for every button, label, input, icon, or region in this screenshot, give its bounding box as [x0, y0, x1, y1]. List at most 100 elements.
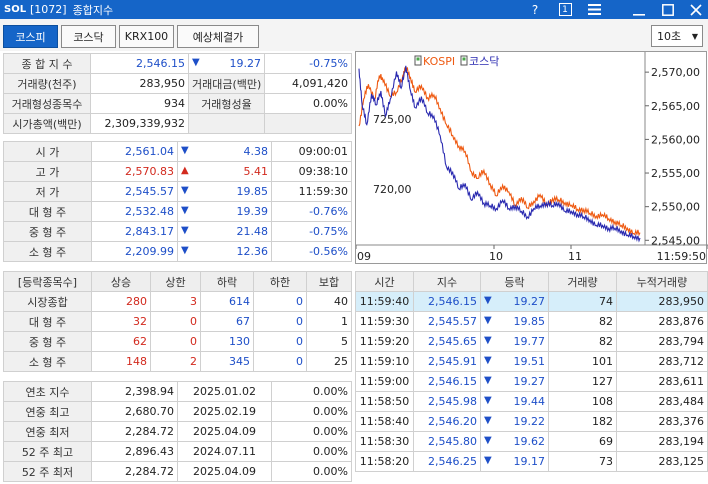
ohlc-label: 고 가 — [3, 161, 92, 182]
window-title: 종합지수 — [72, 3, 114, 17]
tick-row[interactable]: 11:58:50 2,545.98 ▼ 19.44 108 283,484 — [355, 391, 708, 412]
summary-value: 4,091,420 — [264, 73, 352, 94]
tick-cum-volume: 283,950 — [616, 291, 708, 312]
tick-row[interactable]: 11:58:40 2,546.20 ▼ 19.22 182 283,376 — [355, 411, 708, 432]
tick-cum-volume: 283,712 — [616, 351, 708, 372]
yearly-cell: 2025.04.09 — [177, 461, 272, 482]
yearly-cell: 0.00% — [271, 421, 352, 442]
breadth-cell: 62 — [91, 331, 151, 352]
tick-row[interactable]: 11:59:20 2,545.65 ▼ 19.77 82 283,794 — [355, 331, 708, 352]
tick-row[interactable]: 11:58:30 2,545.80 ▼ 19.62 69 283,194 — [355, 431, 708, 452]
ohlc-diff-value: 4.38 — [243, 145, 269, 158]
tab-kosdaq[interactable]: 코스닥 — [61, 25, 116, 48]
tick-change-value: 19.62 — [513, 435, 546, 448]
ohlc-row: 고 가 2,570.83 ▲ 5.41 09:38:10 — [3, 161, 352, 182]
close-icon — [690, 3, 702, 16]
breadth-row: 중 형 주 62 0 130 0 5 — [3, 331, 352, 352]
breadth-cell: 0 — [150, 331, 201, 352]
summary-value: 934 — [90, 93, 189, 114]
breadth-cell: 40 — [306, 291, 352, 312]
chart-canvas: 2,570,00 2,565,00 2,560,00 2,555,00 2,550,00… — [356, 52, 708, 263]
tick-volume: 182 — [548, 411, 617, 432]
tick-header: 시간 — [355, 271, 414, 292]
chart-right-tick-label: 2,550,00 — [651, 201, 700, 214]
down-arrow-icon: ▼ — [181, 245, 189, 256]
ohlc-diff: ▼ 19.39 — [177, 201, 272, 222]
ohlc-label: 대 형 주 — [3, 201, 92, 222]
tick-row[interactable]: 11:59:30 2,545.57 ▼ 19.85 82 283,876 — [355, 311, 708, 332]
tick-volume: 73 — [548, 451, 617, 472]
intraday-chart[interactable]: 2,570,00 2,565,00 2,560,00 2,555,00 2,550,00… — [355, 51, 708, 264]
breadth-cell: 67 — [200, 311, 254, 332]
tab-kospi[interactable]: 코스피 — [3, 25, 58, 48]
yearly-cell: 2025.01.02 — [177, 381, 272, 402]
yearly-cell: 2024.07.11 — [177, 441, 272, 462]
chart-right-tick-label: 2,545,00 — [651, 234, 700, 247]
minimize-button[interactable] — [627, 0, 651, 19]
tick-volume: 108 — [548, 391, 617, 412]
tick-row[interactable]: 11:59:10 2,545.91 ▼ 19.51 101 283,712 — [355, 351, 708, 372]
breadth-cell: 148 — [91, 351, 151, 372]
ohlc-extra: 09:00:01 — [271, 141, 352, 162]
yearly-cell: 52 주 최저 — [3, 461, 92, 482]
yearly-cell: 2,284.72 — [91, 461, 178, 482]
window-code: [1072] — [30, 3, 67, 16]
tick-index: 2,546.15 — [413, 291, 481, 312]
help-icon: ? — [531, 2, 539, 17]
breadth-cell: 대 형 주 — [3, 311, 92, 332]
interval-select[interactable]: 10초 ▼ — [651, 25, 703, 47]
tick-header: 누적거래량 — [616, 271, 708, 292]
tick-header: 지수 — [413, 271, 481, 292]
tick-change: ▼ 19.62 — [480, 431, 549, 452]
tick-change-value: 19.22 — [513, 415, 546, 428]
breadth-cell: 0 — [253, 351, 307, 372]
yearly-cell: 연초 지수 — [3, 381, 92, 402]
ohlc-diff: ▼ 21.48 — [177, 221, 272, 242]
breadth-header: 보합 — [306, 271, 352, 292]
menu-button[interactable] — [582, 0, 606, 19]
help-button[interactable]: ? — [523, 0, 547, 19]
chart-legend-swatch-mark — [416, 57, 420, 61]
chart-right-tick-label: 2,560,00 — [651, 133, 700, 146]
screen-number-button[interactable]: 1 — [553, 0, 577, 19]
tick-index: 2,546.15 — [413, 371, 481, 392]
summary-label: 거래대금(백만) — [188, 73, 265, 94]
tick-change: ▼ 19.17 — [480, 451, 549, 472]
tick-index: 2,545.65 — [413, 331, 481, 352]
close-button[interactable] — [684, 0, 708, 19]
tick-header: 등락 — [480, 271, 549, 292]
up-arrow-icon: ▲ — [181, 165, 189, 176]
tick-cum-volume: 283,376 — [616, 411, 708, 432]
tab-expected-price[interactable]: 예상체결가 — [177, 25, 259, 48]
down-arrow-icon: ▼ — [484, 375, 492, 386]
ohlc-value: 2,209.99 — [91, 241, 178, 262]
tick-row[interactable]: 11:59:00 2,546.15 ▼ 19.27 127 283,611 — [355, 371, 708, 392]
yearly-cell: 연중 최저 — [3, 421, 92, 442]
yearly-row: 52 주 최고 2,896.43 2024.07.11 0.00% — [3, 441, 352, 462]
chart-right-tick-label: 2,565,00 — [651, 100, 700, 113]
yearly-cell: 0.00% — [271, 441, 352, 462]
summary-change-rate: -0.75% — [264, 53, 352, 74]
down-arrow-icon: ▼ — [181, 205, 189, 216]
breadth-cell: 5 — [306, 331, 352, 352]
tick-index: 2,545.98 — [413, 391, 481, 412]
ohlc-row: 시 가 2,561.04 ▼ 4.38 09:00:01 — [3, 141, 352, 162]
tick-volume: 127 — [548, 371, 617, 392]
breadth-row: 대 형 주 32 0 67 0 1 — [3, 311, 352, 332]
tick-time: 11:59:40 — [355, 291, 414, 312]
summary-empty — [188, 113, 265, 134]
chart-right-tick-label: 2,570,00 — [651, 66, 700, 79]
ohlc-diff-value: 19.85 — [236, 185, 269, 198]
maximize-button[interactable] — [656, 0, 680, 19]
tick-row[interactable]: 11:58:20 2,546.25 ▼ 19.17 73 283,125 — [355, 451, 708, 472]
tick-time: 11:58:40 — [355, 411, 414, 432]
tick-cum-volume: 283,876 — [616, 311, 708, 332]
tick-change: ▼ 19.51 — [480, 351, 549, 372]
tab-krx100[interactable]: KRX100 — [119, 25, 174, 48]
down-arrow-icon: ▼ — [192, 57, 200, 68]
tick-row[interactable]: 11:59:40 2,546.15 ▼ 19.27 74 283,950 — [355, 291, 708, 312]
yearly-cell: 0.00% — [271, 381, 352, 402]
tick-time: 11:59:30 — [355, 311, 414, 332]
summary-value: 2,309,339,932 — [90, 113, 189, 134]
down-arrow-icon: ▼ — [484, 315, 492, 326]
